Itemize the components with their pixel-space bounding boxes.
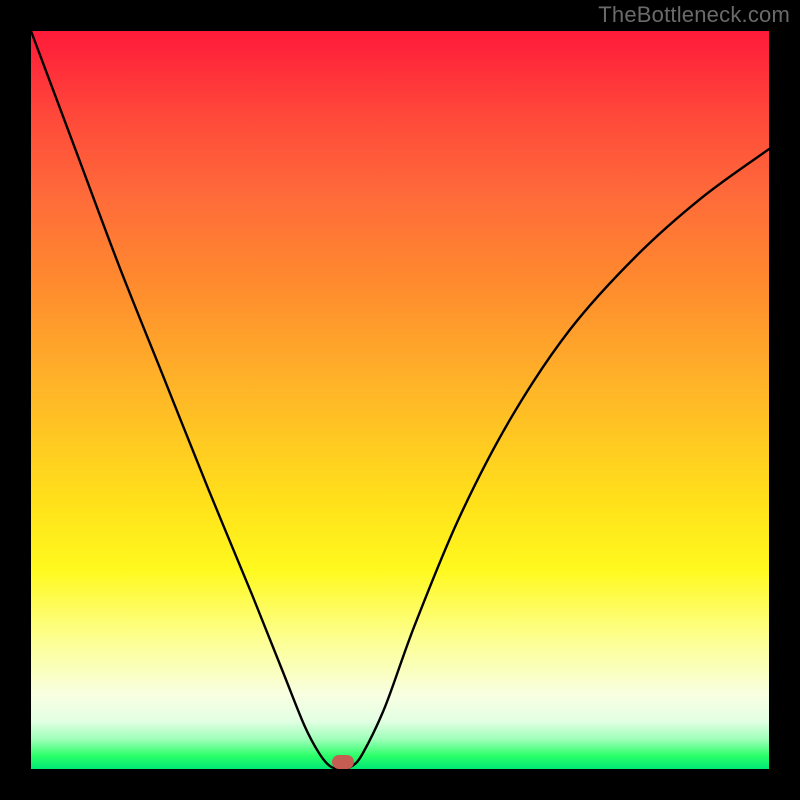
bottleneck-curve xyxy=(31,31,769,769)
chart-frame: TheBottleneck.com xyxy=(0,0,800,800)
watermark-text: TheBottleneck.com xyxy=(598,2,790,28)
current-point-marker xyxy=(332,755,354,769)
chart-plot-area xyxy=(31,31,769,769)
curve-path xyxy=(31,31,769,769)
